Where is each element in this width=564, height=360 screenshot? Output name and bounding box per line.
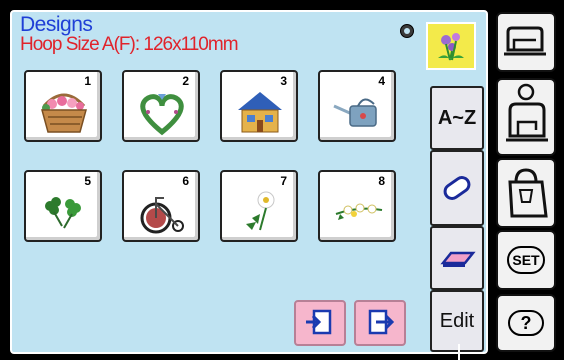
house-icon — [238, 92, 282, 133]
help-button-label: ? — [508, 310, 544, 336]
callout-pointer — [458, 344, 460, 360]
design-button-7[interactable]: 7 — [220, 170, 298, 242]
set-button-label: SET — [512, 252, 540, 268]
page-forward-icon — [368, 309, 395, 335]
clover-icon — [45, 197, 81, 229]
block-eraser-icon — [440, 251, 476, 267]
embroidery-machine-icon — [506, 83, 548, 142]
design-button-8[interactable]: 8 — [318, 170, 396, 242]
sewing-machine-icon — [504, 26, 546, 56]
selected-design-thumbnail[interactable] — [426, 22, 476, 70]
heart-wreath-icon — [140, 94, 184, 136]
embroidery-mode-button[interactable] — [496, 78, 556, 156]
flower-basket-icon — [41, 93, 87, 133]
watering-can-icon — [333, 98, 377, 127]
page-back-icon — [306, 309, 332, 335]
design-button-6[interactable]: 6 — [122, 170, 200, 242]
bicycle-icon — [140, 197, 184, 234]
tab-edit[interactable]: Edit — [430, 290, 484, 352]
design-button-4[interactable]: 4 — [318, 70, 396, 142]
tab-block-eraser[interactable] — [430, 226, 484, 290]
tab-alphabet[interactable]: A~Z — [430, 86, 484, 150]
hoop-bag-button[interactable] — [496, 158, 556, 228]
help-button[interactable]: ? — [496, 294, 556, 352]
sewing-mode-button[interactable] — [496, 12, 556, 72]
daisy-icon — [246, 191, 275, 231]
previous-page-button[interactable] — [294, 300, 346, 346]
eraser-icon — [443, 176, 471, 200]
flower-spray-icon — [335, 203, 383, 220]
hoop-size-label: Hoop Size A(F): 126x110mm — [20, 34, 239, 55]
design-button-3[interactable]: 3 — [220, 70, 298, 142]
flower-thumbnail-icon — [438, 33, 464, 61]
design-button-2[interactable]: 2 — [122, 70, 200, 142]
tab-edit-label: Edit — [439, 309, 475, 332]
page-title: Designs — [20, 13, 93, 36]
bag-icon — [508, 168, 548, 218]
design-button-1[interactable]: 1 — [24, 70, 102, 142]
next-page-button[interactable] — [354, 300, 406, 346]
set-button[interactable]: SET — [496, 230, 556, 290]
hoop-status-icon — [400, 24, 414, 38]
set-button-frame: SET — [507, 246, 545, 274]
tab-eraser[interactable] — [430, 150, 484, 226]
tab-alphabet-label: A~Z — [437, 106, 477, 129]
design-button-5[interactable]: 5 — [24, 170, 102, 242]
